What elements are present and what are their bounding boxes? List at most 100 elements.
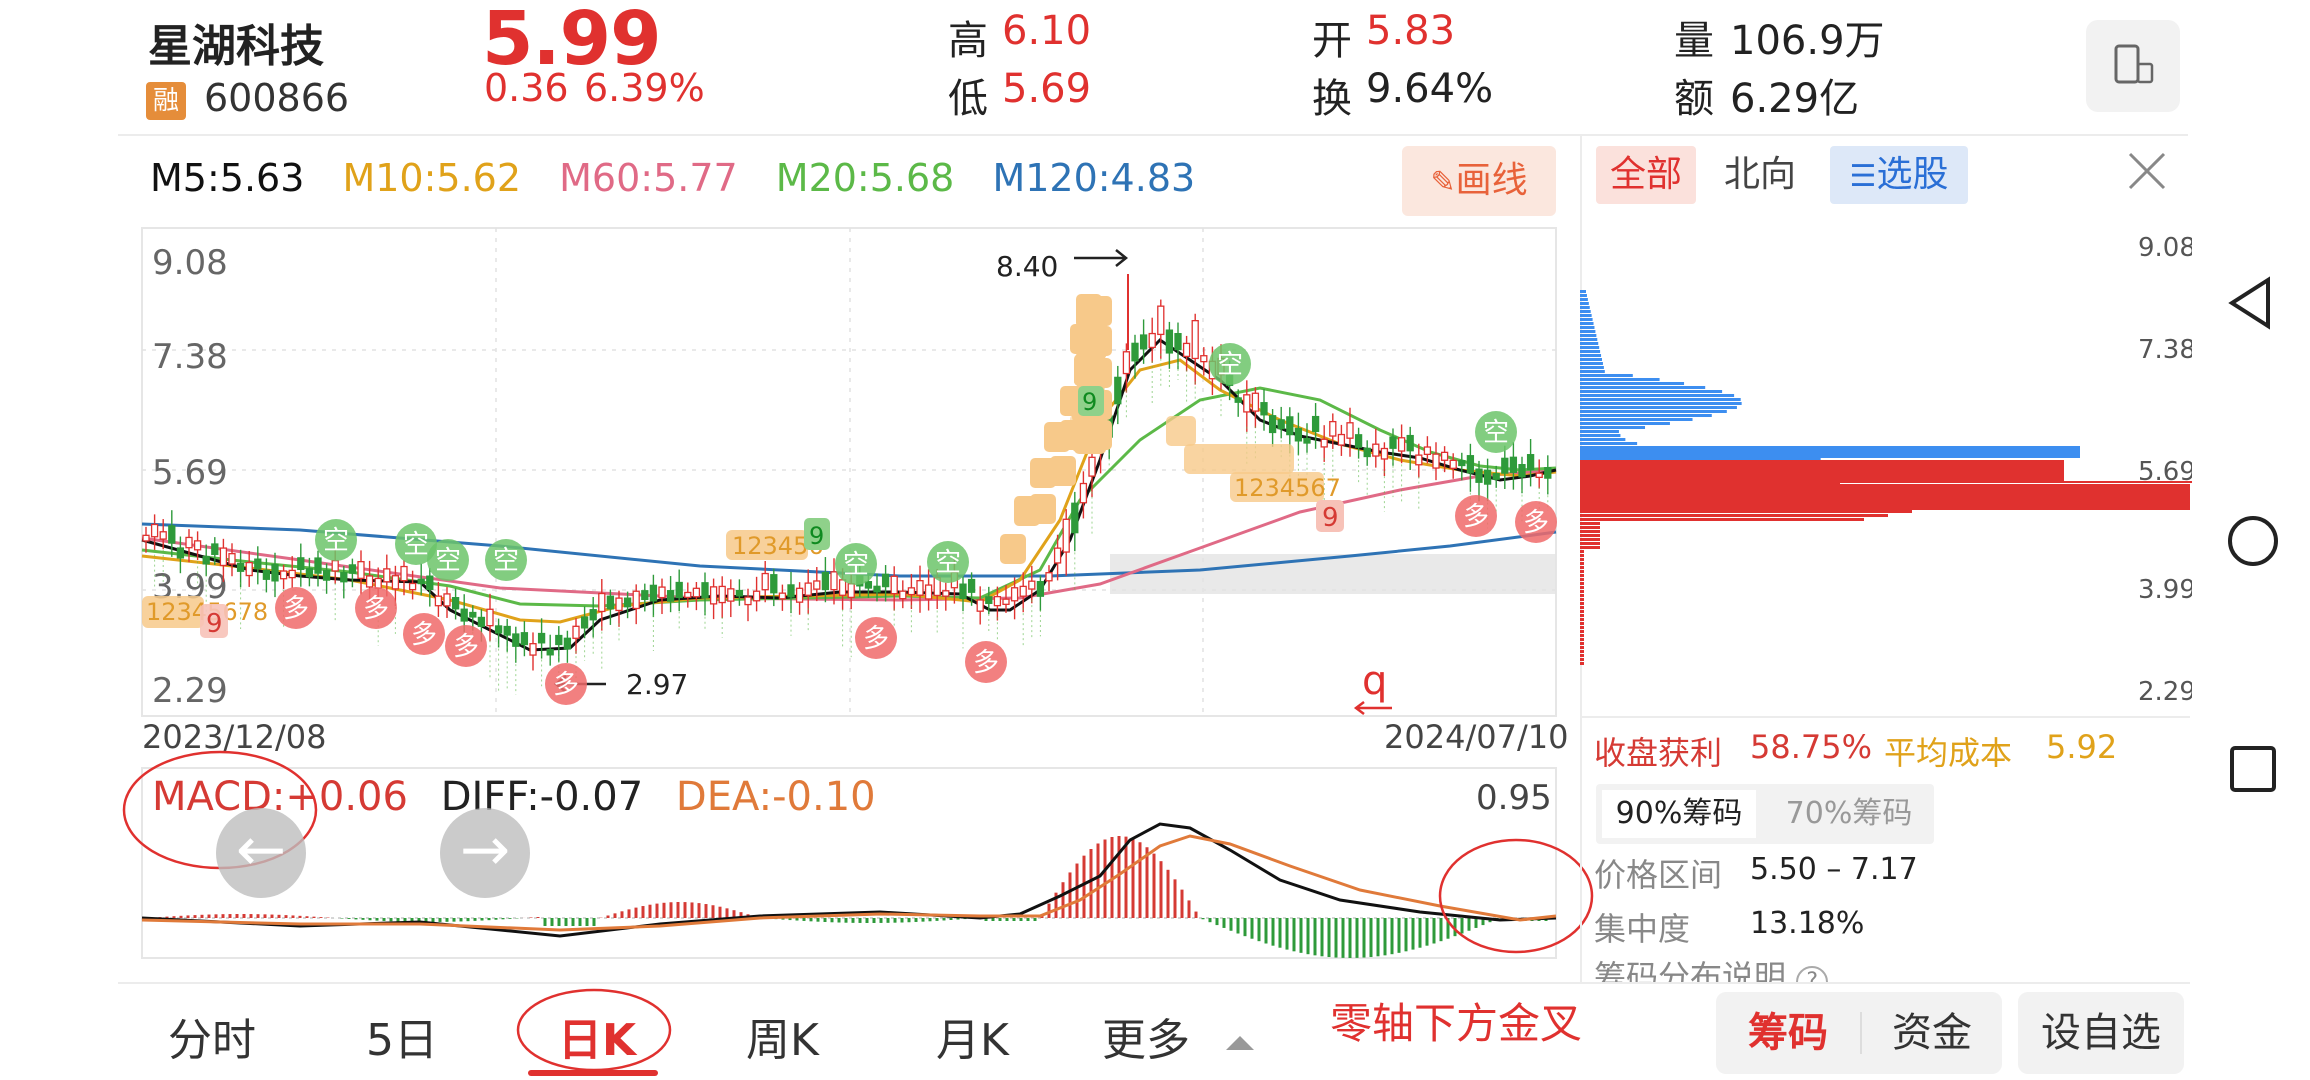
chip-tick-399: 3.99	[2138, 575, 2192, 605]
chip-bar	[1580, 526, 1600, 529]
tab-5day[interactable]: 5日	[366, 1004, 438, 1068]
chip-tick-229: 2.29	[2138, 677, 2192, 707]
nav-recents-button[interactable]	[2222, 738, 2286, 802]
profit-label: 收盘获利	[1594, 734, 1723, 772]
tab-monthly-k[interactable]: 月K	[936, 1004, 1009, 1068]
chip-bar	[1580, 426, 1646, 429]
chip-bar	[1580, 290, 1586, 293]
home-circle-icon	[2228, 516, 2278, 566]
chip-bar	[1580, 566, 1584, 569]
chip-bar	[1580, 570, 1584, 573]
add-watchlist-button[interactable]: 设自选	[2018, 992, 2184, 1074]
chip-tick-569: 5.69	[2138, 457, 2192, 487]
chip-tab-all[interactable]: 全部	[1596, 146, 1696, 204]
chip-bar	[1580, 386, 1706, 389]
tab-more[interactable]: 更多	[1102, 1004, 1254, 1068]
chip-bar	[1580, 406, 1737, 409]
chip-bar	[1580, 646, 1584, 649]
chip-bar	[1580, 306, 1590, 309]
nav-home-button[interactable]	[2218, 506, 2288, 576]
funds-button[interactable]: 资金	[1862, 992, 2002, 1074]
phone-rotate-icon	[2114, 44, 2154, 84]
caret-up-icon	[1226, 1036, 1254, 1050]
dea-line	[141, 834, 1557, 932]
chip-bar	[1580, 370, 1605, 373]
avg-cost-value: 5.92	[2046, 728, 2118, 766]
chip-bar	[1580, 446, 2080, 458]
bottom-divider	[118, 982, 2190, 984]
chip-bar	[1580, 530, 1600, 533]
tab-weekly-k[interactable]: 周K	[746, 1004, 819, 1068]
help-icon: ?	[1796, 966, 1829, 982]
chip-bar	[1580, 442, 1638, 445]
chip-bar	[1580, 358, 1602, 361]
list-icon: ☰	[1849, 159, 1877, 194]
chip-bar	[1580, 438, 1626, 441]
chip-bar	[1580, 374, 1633, 377]
chip-bar	[1580, 586, 1584, 589]
range-tab-90[interactable]: 90%筹码	[1602, 790, 1756, 838]
tab-intraday[interactable]: 分时	[168, 1004, 256, 1068]
range-label: 价格区间	[1594, 856, 1723, 894]
chip-bar	[1580, 378, 1660, 381]
chip-explain-link: 筹码分布说明	[1594, 958, 1787, 982]
scroll-left-button[interactable]: ←	[216, 808, 306, 898]
close-panel-button[interactable]	[2122, 146, 2172, 196]
volume-value: 106.9万	[1730, 18, 1885, 64]
scroll-right-button[interactable]: →	[440, 808, 530, 898]
chip-bar	[1580, 430, 1619, 433]
chip-bar	[1580, 578, 1584, 581]
chip-bar	[1580, 558, 1584, 561]
concentration-value: 13.18%	[1750, 906, 1865, 941]
macd-histogram	[151, 836, 1548, 958]
chip-bar	[1580, 322, 1594, 325]
chip-bar	[1580, 302, 1589, 305]
chip-bar	[1580, 658, 1584, 661]
chip-bar	[1580, 318, 1593, 321]
tab-more-label: 更多	[1102, 1015, 1190, 1066]
chip-bar	[1580, 460, 2064, 482]
chip-bar	[1580, 342, 1599, 345]
chip-bar	[1580, 642, 1584, 645]
chip-bar	[1580, 614, 1584, 617]
chip-bar	[1580, 484, 2190, 510]
profit-value: 58.75%	[1750, 728, 1873, 766]
chip-bar	[1580, 434, 1621, 437]
volume-label: 量	[1674, 18, 1714, 64]
chip-tab-select-label: 选股	[1876, 154, 1949, 195]
chip-bar	[1580, 538, 1600, 541]
chip-bar	[1580, 350, 1601, 353]
chip-bar	[1580, 618, 1584, 621]
chip-bar	[1580, 366, 1604, 369]
chips-button[interactable]: 筹码	[1716, 992, 1860, 1074]
chip-bar	[1580, 622, 1584, 625]
chip-bar	[1580, 354, 1602, 357]
chip-bar	[1580, 294, 1587, 297]
chip-bar	[1580, 522, 1600, 525]
chip-tab-north[interactable]: 北向	[1724, 146, 1796, 204]
chip-bar	[1580, 554, 1584, 557]
landscape-toggle-button[interactable]	[2086, 20, 2180, 112]
nav-back-button[interactable]	[2220, 270, 2286, 336]
chip-bar	[1580, 662, 1584, 665]
back-triangle-icon	[2228, 276, 2270, 330]
chip-bar	[1580, 390, 1723, 393]
chip-bar	[1580, 514, 1888, 517]
chip-tab-select[interactable]: ☰选股	[1830, 146, 1968, 204]
avg-cost-label: 平均成本	[1884, 734, 2013, 772]
chip-bar	[1580, 534, 1600, 537]
annotation-ellipse-cross	[1438, 838, 1594, 954]
arrow-right-icon: →	[459, 815, 511, 885]
chip-bar	[1580, 626, 1584, 629]
chip-bar	[1580, 402, 1742, 405]
amount-value: 6.29亿	[1730, 76, 1860, 122]
range-tab-70[interactable]: 70%筹码	[1772, 790, 1926, 838]
chip-bar	[1580, 550, 1584, 553]
chip-bar	[1580, 510, 1912, 513]
chip-bar	[1580, 650, 1584, 653]
close-icon	[2128, 152, 2166, 190]
chip-bar	[1580, 654, 1584, 657]
chip-bar	[1580, 610, 1584, 613]
chip-bar	[1580, 326, 1595, 329]
chip-explain-row[interactable]: 筹码分布说明 ?	[1594, 958, 1829, 982]
